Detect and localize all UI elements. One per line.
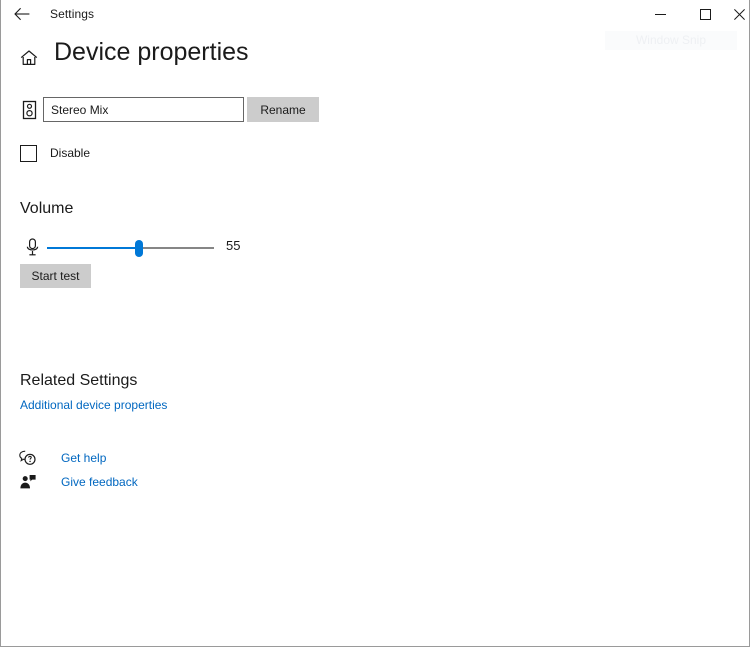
page-header: Device properties (1, 38, 561, 76)
give-feedback-row[interactable]: Give feedback (19, 473, 138, 491)
titlebar-title: Settings (50, 7, 95, 21)
close-icon (734, 8, 745, 20)
back-button[interactable] (7, 2, 37, 26)
help-bubble-icon (19, 449, 37, 467)
device-name-input[interactable] (43, 97, 244, 122)
volume-slider[interactable] (47, 239, 214, 257)
settings-window: Settings Window Snip Device properties S… (0, 0, 750, 647)
feedback-person-glyph-icon (20, 475, 36, 489)
minimize-button[interactable] (638, 0, 683, 28)
back-arrow-icon (14, 7, 30, 21)
title-bar: Settings (1, 0, 749, 28)
rename-button[interactable]: Rename (247, 97, 319, 122)
speaker-glyph-icon (22, 100, 37, 120)
feedback-person-icon (19, 473, 37, 491)
related-settings-heading: Related Settings (20, 372, 138, 389)
give-feedback-label: Give feedback (61, 475, 138, 489)
microphone-glyph-icon (26, 238, 39, 256)
disable-label: Disable (50, 146, 91, 160)
get-help-row[interactable]: Get help (19, 449, 106, 467)
close-button[interactable] (728, 0, 749, 28)
volume-heading: Volume (20, 200, 74, 217)
home-icon[interactable] (19, 48, 39, 68)
disable-checkbox[interactable] (20, 144, 37, 162)
get-help-label: Get help (61, 451, 107, 465)
minimize-icon (655, 13, 666, 15)
additional-device-properties-link[interactable]: Additional device properties (20, 398, 167, 412)
slider-fill (47, 247, 139, 249)
maximize-button[interactable] (683, 0, 728, 28)
help-bubble-glyph-icon (19, 450, 36, 465)
start-test-button[interactable]: Start test (20, 264, 91, 288)
home-glyph-icon (20, 50, 38, 65)
microphone-icon (24, 238, 41, 257)
page-title: Device properties (54, 38, 249, 66)
maximize-icon (700, 8, 711, 20)
window-snip-watermark: Window Snip (605, 31, 737, 50)
speaker-device-icon (21, 100, 38, 120)
volume-value: 55 (226, 238, 241, 253)
disable-checkbox-row[interactable]: Disable (20, 144, 90, 162)
slider-thumb[interactable] (134, 240, 143, 257)
